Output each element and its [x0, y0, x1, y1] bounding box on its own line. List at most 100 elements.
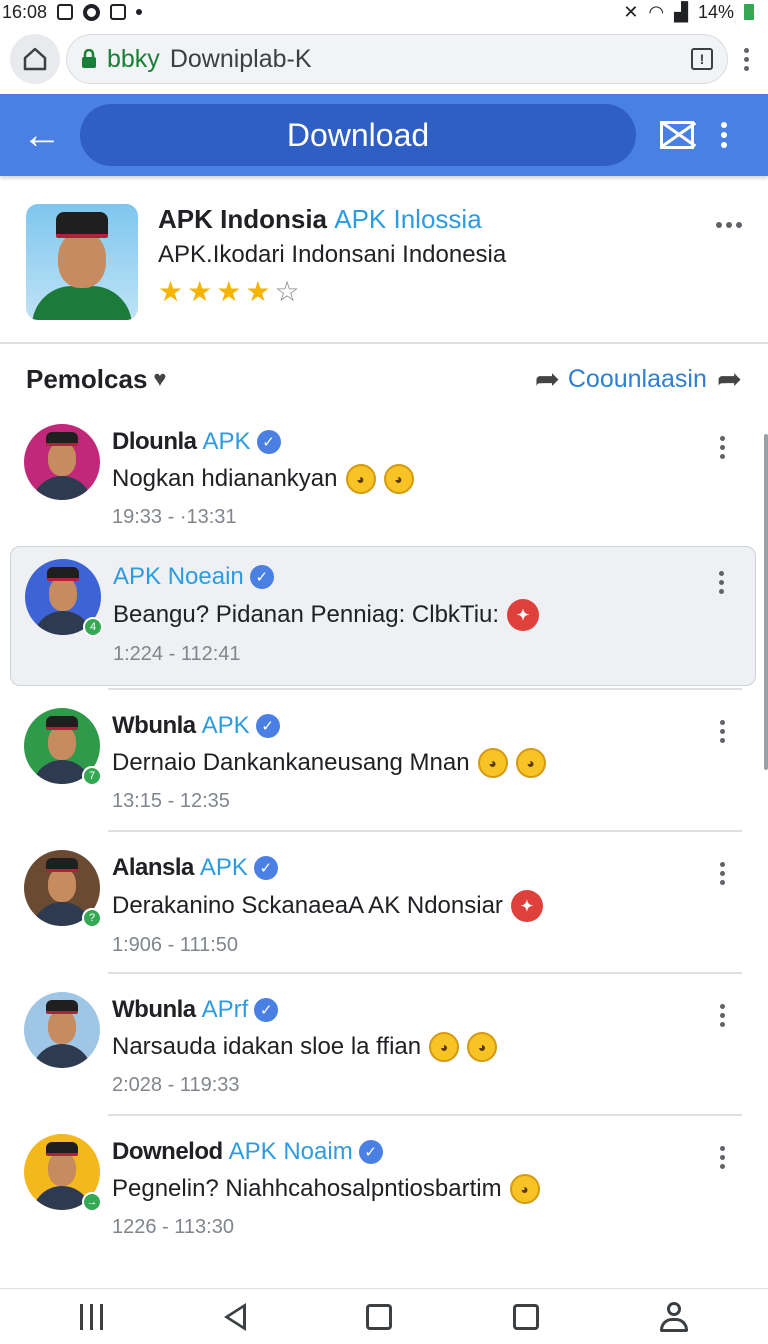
section-title: Pemolcas — [26, 363, 148, 394]
divider — [108, 830, 742, 832]
smiley-emoji-icon: ◕ — [467, 1032, 498, 1062]
message-text: Dernaio Dankankaneusang Mnan — [112, 749, 470, 776]
author-name[interactable]: Wbunla — [112, 712, 196, 740]
message-text: Nogkan hdianankyan — [112, 465, 338, 492]
item-menu-icon[interactable] — [710, 862, 734, 885]
item-menu-icon[interactable] — [709, 571, 733, 594]
app-icon — [26, 204, 138, 320]
more-options-icon[interactable] — [716, 222, 742, 342]
avatar[interactable]: 7 — [24, 708, 102, 786]
tab-switcher-button[interactable]: ! — [691, 48, 713, 70]
overview-icon[interactable] — [513, 1303, 540, 1330]
feed-item[interactable]: 7 Wbunla APK ✓ Dernaio Dankankaneusang Mnan ◕… — [0, 688, 768, 836]
download-button[interactable]: Download — [80, 104, 636, 166]
forward-icon[interactable]: ➦ — [717, 362, 742, 397]
divider — [108, 972, 742, 974]
battery-icon — [744, 4, 754, 20]
feed-item[interactable]: Dlounla APK ✓ Nogkan hdianankyan ◕ ◕ 19:33 - ·… — [0, 412, 768, 552]
url-path: Downiplab-K — [169, 44, 312, 73]
home-nav-icon[interactable] — [366, 1303, 393, 1330]
feed-item-text: Wbunla APK ✓ Dernaio Dankankaneusang Mnan ◕ ◕… — [112, 712, 708, 813]
message-text: Beangu? Pidanan Penniag: ClbkTiu: — [113, 601, 500, 628]
storage-icon — [110, 4, 127, 20]
recents-icon[interactable] — [80, 1303, 104, 1330]
author-tag[interactable]: APK — [203, 428, 251, 456]
feed-item[interactable]: 4 APK Noeain ✓ Beangu? Pidanan Penniag: Clb… — [10, 546, 756, 686]
status-left: 16:08 — [2, 2, 143, 23]
message-text: Pegnelin? Niahhcahosalpntiosbartim — [112, 1175, 502, 1202]
author-name[interactable]: Downelod — [112, 1138, 223, 1166]
author-name[interactable]: Alansla — [112, 854, 194, 882]
message-line: Pegnelin? Niahhcahosalpntiosbartim ◕ — [112, 1174, 708, 1204]
status-right: ✕ ◠ ▟ 14% — [623, 2, 754, 23]
app-subtitle: APK.Ikodari Indonsani Indonesia — [158, 241, 507, 268]
section-link[interactable]: Coounlaasin — [568, 365, 707, 394]
message-line: Nogkan hdianankyan ◕ ◕ — [112, 464, 708, 494]
avatar[interactable]: → — [24, 1134, 102, 1212]
smiley-emoji-icon: ◕ — [383, 464, 414, 494]
message-line: Beangu? Pidanan Penniag: ClbkTiu: ✦ — [113, 599, 695, 631]
settings-icon — [83, 3, 101, 21]
app-info: APK Indonsia APK Inlossia APK.Ikodari In… — [158, 204, 696, 342]
browser-menu-icon[interactable] — [734, 47, 758, 71]
feed-list: Dlounla APK ✓ Nogkan hdianankyan ◕ ◕ 19:33 - ·… — [0, 412, 768, 1284]
app-menu-icon[interactable] — [712, 122, 736, 148]
timestamp: 19:33 - ·13:31 — [112, 506, 237, 528]
scrollbar[interactable] — [764, 434, 768, 770]
avatar[interactable] — [24, 992, 100, 1068]
back-icon[interactable] — [223, 1302, 246, 1331]
status-bar: 16:08 ✕ ◠ ▟ 14% — [0, 0, 768, 24]
verified-icon: ✓ — [256, 430, 281, 454]
item-menu-icon[interactable] — [710, 1146, 734, 1169]
timestamp: 1:224 - 112:41 — [113, 643, 241, 665]
profile-icon[interactable] — [659, 1301, 688, 1332]
author-tag[interactable]: APrf — [202, 996, 249, 1024]
smiley-emoji-icon: ◕ — [429, 1032, 460, 1062]
timestamp: 1226 - 113:30 — [112, 1216, 234, 1238]
divider — [108, 688, 742, 690]
verified-icon: ✓ — [255, 714, 280, 738]
author-tag[interactable]: APK Noaim — [229, 1138, 353, 1166]
app-title-highlight: APK Inlossia — [334, 204, 482, 234]
browser-toolbar: bbky Downiplab-K ! — [0, 24, 768, 94]
verified-icon: ✓ — [249, 565, 274, 589]
avatar[interactable]: 4 — [25, 559, 103, 637]
item-menu-icon[interactable] — [710, 436, 734, 459]
mail-icon[interactable] — [660, 121, 694, 149]
author-tag[interactable]: APK — [202, 712, 250, 740]
rating-stars: ★ ★ ★ ★ ☆ — [158, 275, 696, 308]
author-line: Dlounla APK ✓ — [112, 428, 708, 456]
home-button[interactable] — [10, 34, 60, 84]
message-text: Narsauda idakan sloe la ffian — [112, 1033, 422, 1060]
timestamp: 2:028 - 119:33 — [112, 1074, 240, 1096]
author-line: Alansla APK ✓ — [112, 854, 708, 882]
app-info-header: APK Indonsia APK Inlossia APK.Ikodari In… — [0, 176, 768, 344]
back-arrow-icon[interactable]: ← — [22, 115, 62, 155]
author-name[interactable]: Wbunla — [112, 996, 196, 1024]
avatar[interactable]: ? — [24, 850, 102, 928]
item-menu-icon[interactable] — [710, 1004, 734, 1027]
avatar[interactable] — [24, 424, 100, 500]
share-icon[interactable]: ➦ — [535, 362, 560, 397]
author-tag[interactable]: APK — [200, 854, 248, 882]
feed-item[interactable]: ? Alansla APK ✓ Derakanino SckanaeaA AK Ndon… — [0, 830, 768, 978]
message-line: Dernaio Dankankaneusang Mnan ◕ ◕ — [112, 748, 708, 778]
avatar-badge: ? — [82, 908, 102, 928]
red-sticker-icon: ✦ — [507, 599, 540, 631]
item-menu-icon[interactable] — [710, 720, 734, 743]
author-line: Wbunla APrf ✓ — [112, 996, 708, 1024]
author-name[interactable]: Dlounla — [112, 428, 197, 456]
timestamp: 13:15 - 12:35 — [112, 790, 230, 812]
wifi-icon: ◠ — [648, 1, 665, 22]
system-nav-bar — [0, 1288, 768, 1344]
smiley-emoji-icon: ◕ — [477, 748, 508, 778]
avatar-badge: 4 — [83, 617, 103, 637]
heart-icon[interactable]: ♥ — [153, 366, 166, 392]
message-line: Narsauda idakan sloe la ffian ◕ ◕ — [112, 1032, 708, 1062]
feed-item[interactable]: Wbunla APrf ✓ Narsauda idakan sloe la ffian… — [0, 972, 768, 1120]
author-tag[interactable]: APK Noeain — [113, 563, 244, 591]
smiley-emoji-icon: ◕ — [345, 464, 376, 494]
feed-item[interactable]: → Downelod APK Noaim ✓ Pegnelin? Niahhcahosa… — [0, 1114, 768, 1262]
url-field[interactable]: bbky Downiplab-K ! — [66, 34, 728, 84]
star-filled-icon: ★ — [245, 276, 271, 307]
